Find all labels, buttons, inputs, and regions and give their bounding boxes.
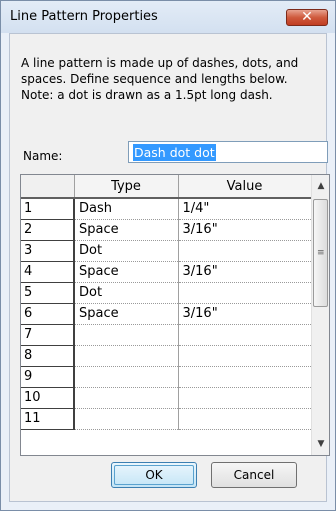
row-number-cell: 7 bbox=[21, 324, 75, 346]
description-line: A line pattern is made up of dashes, dot… bbox=[21, 56, 299, 70]
value-cell[interactable] bbox=[178, 408, 312, 430]
row-number-cell: 8 bbox=[21, 345, 75, 367]
row-number-cell: 2 bbox=[21, 219, 75, 241]
type-cell[interactable] bbox=[74, 387, 179, 409]
scroll-thumb[interactable]: ≡ bbox=[313, 199, 328, 307]
row-number-cell: 4 bbox=[21, 261, 75, 283]
type-cell[interactable]: Dash bbox=[74, 198, 179, 220]
type-cell[interactable]: Dot bbox=[74, 240, 179, 262]
table-row[interactable]: 6 Space 3/16" bbox=[21, 303, 312, 325]
close-icon: ✕ bbox=[301, 9, 313, 25]
value-column-header[interactable]: Value bbox=[178, 175, 312, 199]
type-cell[interactable]: Space bbox=[74, 303, 179, 325]
type-cell[interactable] bbox=[74, 345, 179, 367]
table-row[interactable]: 7 bbox=[21, 324, 312, 346]
cancel-button-label: Cancel bbox=[233, 468, 275, 482]
row-number-cell: 6 bbox=[21, 303, 75, 325]
dialog-title: Line Pattern Properties bbox=[10, 9, 158, 24]
name-input-value: Dash dot dot bbox=[133, 144, 216, 161]
value-cell[interactable] bbox=[178, 282, 312, 304]
type-cell[interactable]: Space bbox=[74, 261, 179, 283]
name-label: Name: bbox=[23, 149, 63, 163]
value-cell[interactable]: 3/16" bbox=[178, 261, 312, 283]
type-cell[interactable] bbox=[74, 324, 179, 346]
type-cell[interactable] bbox=[74, 366, 179, 388]
value-cell[interactable] bbox=[178, 366, 312, 388]
scroll-up-icon[interactable]: ▲ bbox=[312, 177, 329, 195]
row-number-cell: 3 bbox=[21, 240, 75, 262]
type-cell[interactable] bbox=[74, 408, 179, 430]
table-row[interactable]: 5 Dot bbox=[21, 282, 312, 304]
value-cell[interactable]: 3/16" bbox=[178, 219, 312, 241]
table-row[interactable]: 10 bbox=[21, 387, 312, 409]
description-line: Note: a dot is drawn as a 1.5pt long das… bbox=[21, 88, 273, 102]
row-number-cell: 5 bbox=[21, 282, 75, 304]
row-number-cell: 10 bbox=[21, 387, 75, 409]
table-row[interactable]: 9 bbox=[21, 366, 312, 388]
name-input[interactable]: Dash dot dot bbox=[128, 141, 328, 163]
value-cell[interactable]: 1/4" bbox=[178, 198, 312, 220]
focus-ring bbox=[114, 465, 194, 485]
cancel-button[interactable]: Cancel bbox=[211, 462, 297, 488]
dialog-body: A line pattern is made up of dashes, dot… bbox=[9, 33, 330, 502]
header-row: Type Value bbox=[21, 175, 312, 199]
table-row[interactable]: 2 Space 3/16" bbox=[21, 219, 312, 241]
row-number-cell: 9 bbox=[21, 366, 75, 388]
type-cell[interactable]: Space bbox=[74, 219, 179, 241]
pattern-table: Type Value 1 Dash 1/4" 2 Space 3/16" 3 Dot 4 Spac… bbox=[21, 175, 312, 430]
title-bar[interactable]: Line Pattern Properties ✕ bbox=[1, 1, 335, 33]
value-cell[interactable] bbox=[178, 240, 312, 262]
row-number-header bbox=[21, 175, 75, 199]
scroll-down-icon[interactable]: ▼ bbox=[312, 435, 329, 453]
table-row[interactable]: 8 bbox=[21, 345, 312, 367]
table-row[interactable]: 3 Dot bbox=[21, 240, 312, 262]
type-cell[interactable]: Dot bbox=[74, 282, 179, 304]
pattern-grid: Type Value 1 Dash 1/4" 2 Space 3/16" 3 Dot 4 Spac… bbox=[20, 174, 330, 456]
table-row[interactable]: 11 bbox=[21, 408, 312, 430]
value-cell[interactable] bbox=[178, 387, 312, 409]
description-line: spaces. Define sequence and lengths belo… bbox=[21, 72, 288, 86]
description-text: A line pattern is made up of dashes, dot… bbox=[21, 55, 321, 103]
row-number-cell: 1 bbox=[21, 198, 75, 220]
table-row[interactable]: 1 Dash 1/4" bbox=[21, 198, 312, 220]
vertical-scrollbar[interactable]: ▲ ≡ ▼ bbox=[311, 175, 329, 455]
type-column-header[interactable]: Type bbox=[74, 175, 179, 199]
ok-button[interactable]: OK bbox=[111, 462, 197, 488]
value-cell[interactable] bbox=[178, 345, 312, 367]
value-cell[interactable]: 3/16" bbox=[178, 303, 312, 325]
close-button[interactable]: ✕ bbox=[286, 9, 328, 26]
row-number-cell: 11 bbox=[21, 408, 75, 430]
value-cell[interactable] bbox=[178, 324, 312, 346]
line-pattern-dialog: Line Pattern Properties ✕ A line pattern… bbox=[0, 0, 336, 511]
table-row[interactable]: 4 Space 3/16" bbox=[21, 261, 312, 283]
grip-icon: ≡ bbox=[317, 248, 325, 258]
